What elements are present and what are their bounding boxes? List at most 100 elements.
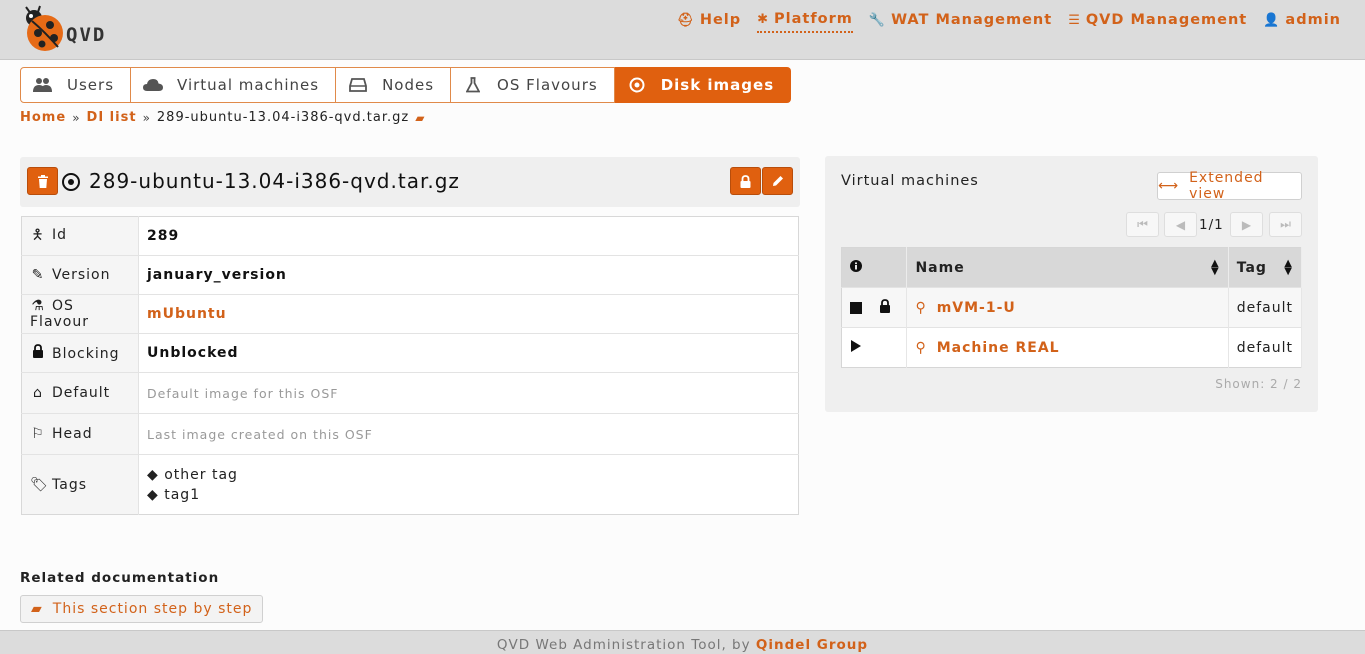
search-icon: ⚲ (915, 299, 927, 316)
top-header: QVD ⛑ Help ✱ Platform 🔧 WAT Management ☰… (0, 0, 1365, 60)
vm-link[interactable]: ⚲ mVM-1-U (915, 300, 1219, 316)
tag-icon: ◆ (147, 466, 159, 483)
sort-icon: ▲ ▼ (1211, 258, 1220, 277)
block-button[interactable] (730, 167, 761, 195)
detail-key-osf: ⚗ OS Flavour (21, 294, 139, 334)
table-row: ⚲ mVM-1-U default (841, 287, 1303, 328)
label-head: Head (52, 426, 93, 442)
label-version: Version (52, 267, 111, 283)
breadcrumb-home[interactable]: Home (20, 110, 66, 125)
step-by-step-button[interactable]: ▰ This section step by step (20, 595, 264, 623)
section-tabs: Users Virtual machines Nodes OS Flavours… (20, 67, 792, 103)
info-icon (850, 259, 862, 276)
label-blocking: Blocking (52, 346, 120, 362)
page-indicator: 1/1 (1199, 217, 1224, 233)
shown-count: Shown: 2 / 2 (1215, 377, 1302, 391)
vm-tag-cell: default (1228, 327, 1303, 368)
delete-button[interactable] (27, 167, 58, 195)
vm-name-cell: ⚲ Machine REAL (906, 327, 1229, 368)
detail-key-head: ⚐ Head (21, 413, 139, 455)
lock-icon (30, 344, 46, 362)
detail-row-id: 🯅 Id 289 (21, 216, 799, 256)
detail-row-tags: 🏷 Tags ◆ other tag ◆ tag1 (21, 454, 799, 515)
footer: QVD Web Administration Tool, by Qindel G… (0, 630, 1365, 654)
home-icon: ⌂ (33, 385, 43, 401)
detail-title-bar: 289-ubuntu-13.04-i386-qvd.tar.gz (20, 157, 800, 207)
detail-key-id: 🯅 Id (21, 216, 139, 256)
wrench-icon: 🔧 (868, 12, 887, 28)
flask-icon (463, 77, 483, 93)
vm-link[interactable]: ⚲ Machine REAL (915, 340, 1219, 356)
tab-virtual-machines[interactable]: Virtual machines (131, 67, 337, 103)
menu-qvd-management[interactable]: ☰ QVD Management (1068, 10, 1247, 33)
prev-page-button[interactable]: ◀ (1164, 212, 1197, 237)
tab-users-label: Users (67, 76, 115, 94)
flag-icon: ⚐ (31, 426, 45, 442)
stopped-icon (850, 301, 862, 314)
tag-column-label: Tag (1236, 259, 1267, 276)
detail-row-version: ✎ Version january_version (21, 255, 799, 295)
osf-link[interactable]: mUbuntu (147, 306, 227, 322)
menu-wat-label: WAT Management (891, 12, 1053, 28)
running-icon (850, 339, 862, 357)
next-page-button[interactable]: ▶ (1230, 212, 1263, 237)
last-page-button[interactable]: ⏭ (1269, 212, 1302, 237)
ticket-icon: ✎ (31, 267, 45, 283)
tab-di-label: Disk images (660, 76, 775, 94)
chevron-right-icon: » (142, 110, 151, 125)
sort-icon: ▲ ▼ (1284, 258, 1293, 277)
step-by-step-label: This section step by step (52, 601, 253, 617)
qvd-logo[interactable]: QVD (18, 5, 128, 55)
label-id: Id (52, 227, 68, 243)
tab-nodes-label: Nodes (382, 76, 435, 94)
breadcrumb: Home » DI list » 289-ubuntu-13.04-i386-q… (20, 110, 425, 125)
book-icon: ▰ (31, 601, 43, 617)
book-icon[interactable]: ▰ (415, 111, 425, 125)
arrows-horizontal-icon: ⟷ (1158, 178, 1180, 194)
users-icon (33, 77, 53, 93)
top-menu: ⛑ Help ✱ Platform 🔧 WAT Management ☰ QVD… (677, 10, 1341, 33)
sliders-icon: ☰ (1068, 12, 1081, 28)
table-row: ⚲ Machine REAL default (841, 327, 1303, 368)
tab-os-flavours[interactable]: OS Flavours (451, 67, 615, 103)
related-docs-title: Related documentation (20, 570, 220, 586)
info-column-header (841, 247, 908, 288)
logo-text: QVD (66, 24, 107, 46)
tag-column-header[interactable]: Tag ▲ ▼ (1228, 247, 1303, 288)
name-column-header[interactable]: Name ▲ ▼ (906, 247, 1229, 288)
tag-item: ◆ other tag (147, 465, 790, 485)
vm-table: Name ▲ ▼ Tag ▲ ▼ ⚲ mVM-1-U default ⚲ Mac… (841, 247, 1303, 368)
trash-icon (37, 174, 48, 188)
edit-button[interactable] (762, 167, 793, 195)
tag-item: ◆ tag1 (147, 485, 790, 505)
value-tags: ◆ other tag ◆ tag1 (138, 454, 799, 515)
menu-help[interactable]: ⛑ Help (677, 10, 741, 33)
name-column-label: Name (915, 259, 965, 276)
vm-name: mVM-1-U (936, 299, 1016, 316)
chevron-right-icon: » (72, 110, 81, 125)
triangle-right-icon: ▶ (1241, 217, 1252, 232)
detail-key-tags: 🏷 Tags (21, 454, 139, 515)
label-tags: Tags (52, 476, 87, 493)
tab-users[interactable]: Users (20, 67, 132, 103)
extended-view-label: Extended view (1189, 170, 1264, 202)
page-title: 289-ubuntu-13.04-i386-qvd.tar.gz (89, 169, 460, 193)
tab-disk-images[interactable]: Disk images (614, 67, 792, 103)
menu-admin[interactable]: 👤 admin (1263, 10, 1341, 33)
search-icon: ⚲ (915, 339, 927, 356)
footer-link[interactable]: Qindel Group (756, 637, 868, 653)
vm-name-cell: ⚲ mVM-1-U (906, 287, 1229, 328)
breadcrumb-di-list[interactable]: DI list (87, 110, 137, 125)
cloud-icon (143, 78, 164, 92)
detail-key-blocking: Blocking (21, 333, 139, 373)
ladybug-icon (25, 5, 63, 51)
menu-wat-management[interactable]: 🔧 WAT Management (869, 10, 1052, 33)
detail-key-default: ⌂ Default (21, 372, 139, 414)
menu-platform[interactable]: ✱ Platform (757, 10, 853, 33)
step-backward-icon: ⏮ (1137, 217, 1148, 231)
details-table: 🯅 Id 289 ✎ Version january_version ⚗ OS Fla… (21, 216, 799, 515)
tab-nodes[interactable]: Nodes (336, 67, 452, 103)
vm-state-cell (841, 287, 908, 328)
first-page-button[interactable]: ⏮ (1126, 212, 1159, 237)
extended-view-button[interactable]: ⟷ Extended view (1157, 170, 1302, 202)
